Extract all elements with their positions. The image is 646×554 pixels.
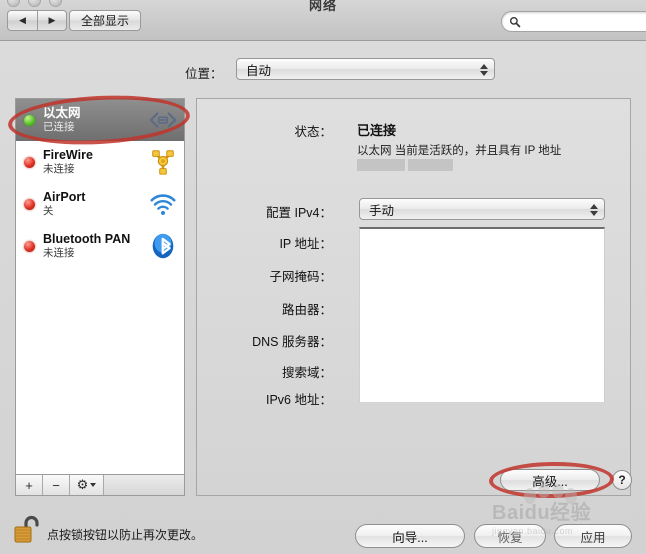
network-preferences-window: 网络 ◀ ▶ 全部显示 位置： 自动 以太网 已连接 FireWire 未连接 … (0, 0, 646, 554)
service-status: 已连接 (43, 121, 75, 134)
ethernet-icon (149, 112, 177, 128)
services-list-footer: + − ⚙ (15, 474, 185, 496)
service-name: FireWire (43, 148, 93, 163)
service-row-ethernet[interactable]: 以太网 已连接 (16, 99, 184, 141)
service-status: 未连接 (43, 163, 75, 176)
location-row: 位置： 自动 (0, 58, 646, 84)
service-status: 未连接 (43, 247, 75, 260)
back-button[interactable]: ◀ (7, 10, 37, 31)
status-led-red (24, 198, 35, 210)
status-led-red (24, 156, 35, 168)
router-label: 路由器： (281, 303, 332, 317)
redacted-ip-block (357, 159, 405, 171)
subnet-mask-label: 子网掩码： (269, 270, 332, 284)
network-services-list[interactable]: 以太网 已连接 FireWire 未连接 AirPort 关 Bluetooth… (15, 98, 185, 474)
service-row-bluetooth-pan[interactable]: Bluetooth PAN 未连接 (16, 225, 184, 267)
service-name: AirPort (43, 190, 86, 205)
location-stepper-arrows[interactable] (476, 60, 491, 79)
help-button[interactable]: ? (612, 470, 632, 490)
status-value: 已连接 (357, 123, 397, 138)
footer-filler (104, 475, 184, 495)
search-field[interactable] (501, 11, 646, 32)
location-value: 自动 (246, 63, 272, 78)
location-popup-button[interactable]: 自动 (236, 58, 495, 80)
status-label: 状态： (294, 125, 332, 139)
chevron-down-icon (90, 483, 97, 487)
search-icon (509, 16, 521, 27)
watermark-main-text: Baidu经验 (492, 502, 592, 524)
show-all-button[interactable]: 全部显示 (69, 10, 142, 31)
service-name: 以太网 (43, 106, 81, 121)
add-service-button[interactable]: + (16, 475, 43, 495)
status-led-red (24, 240, 35, 252)
search-input[interactable] (525, 14, 645, 29)
ipv6-address-label: IPv6 地址： (266, 393, 332, 407)
window-titlebar: 网络 ◀ ▶ 全部显示 (0, 0, 646, 41)
configure-ipv4-label: 配置 IPv4： (266, 206, 332, 220)
dns-server-label: DNS 服务器： (252, 335, 332, 349)
service-actions-menu-button[interactable]: ⚙ (70, 475, 104, 495)
ip-fields-value-area[interactable] (359, 227, 605, 402)
airport-wifi-icon (150, 194, 176, 215)
assist-button[interactable]: 向导... (355, 524, 465, 548)
service-name: Bluetooth PAN (43, 232, 131, 247)
configure-ipv4-value: 手动 (369, 203, 395, 218)
service-row-airport[interactable]: AirPort 关 (16, 183, 184, 225)
advanced-button[interactable]: 高级... (500, 469, 600, 491)
service-status: 关 (43, 205, 54, 218)
location-label: 位置： (185, 67, 223, 81)
status-led-green (24, 114, 35, 126)
gear-icon: ⚙ (76, 477, 89, 492)
apply-button[interactable]: 应用 (554, 524, 632, 548)
configure-ipv4-popup-button[interactable]: 手动 (359, 198, 605, 220)
lock-hint-text: 点按锁按钮以防止再次更改。 (47, 528, 204, 542)
ip-address-label: IP 地址： (279, 237, 332, 251)
service-row-firewire[interactable]: FireWire 未连接 (16, 141, 184, 183)
forward-button[interactable]: ▶ (37, 10, 67, 31)
revert-button[interactable]: 恢复 (474, 524, 546, 548)
firewire-icon (152, 150, 174, 175)
status-note: 以太网 当前是活跃的，并且具有 IP 地址 (357, 145, 562, 157)
redacted-ip-block (408, 159, 453, 171)
search-domains-label: 搜索域： (281, 366, 332, 380)
navigation-buttons: ◀ ▶ (7, 10, 67, 31)
bluetooth-icon (152, 233, 174, 259)
remove-service-button[interactable]: − (43, 475, 70, 495)
unlocked-padlock-icon[interactable] (13, 514, 41, 546)
configure-ipv4-stepper-arrows[interactable] (586, 200, 601, 219)
